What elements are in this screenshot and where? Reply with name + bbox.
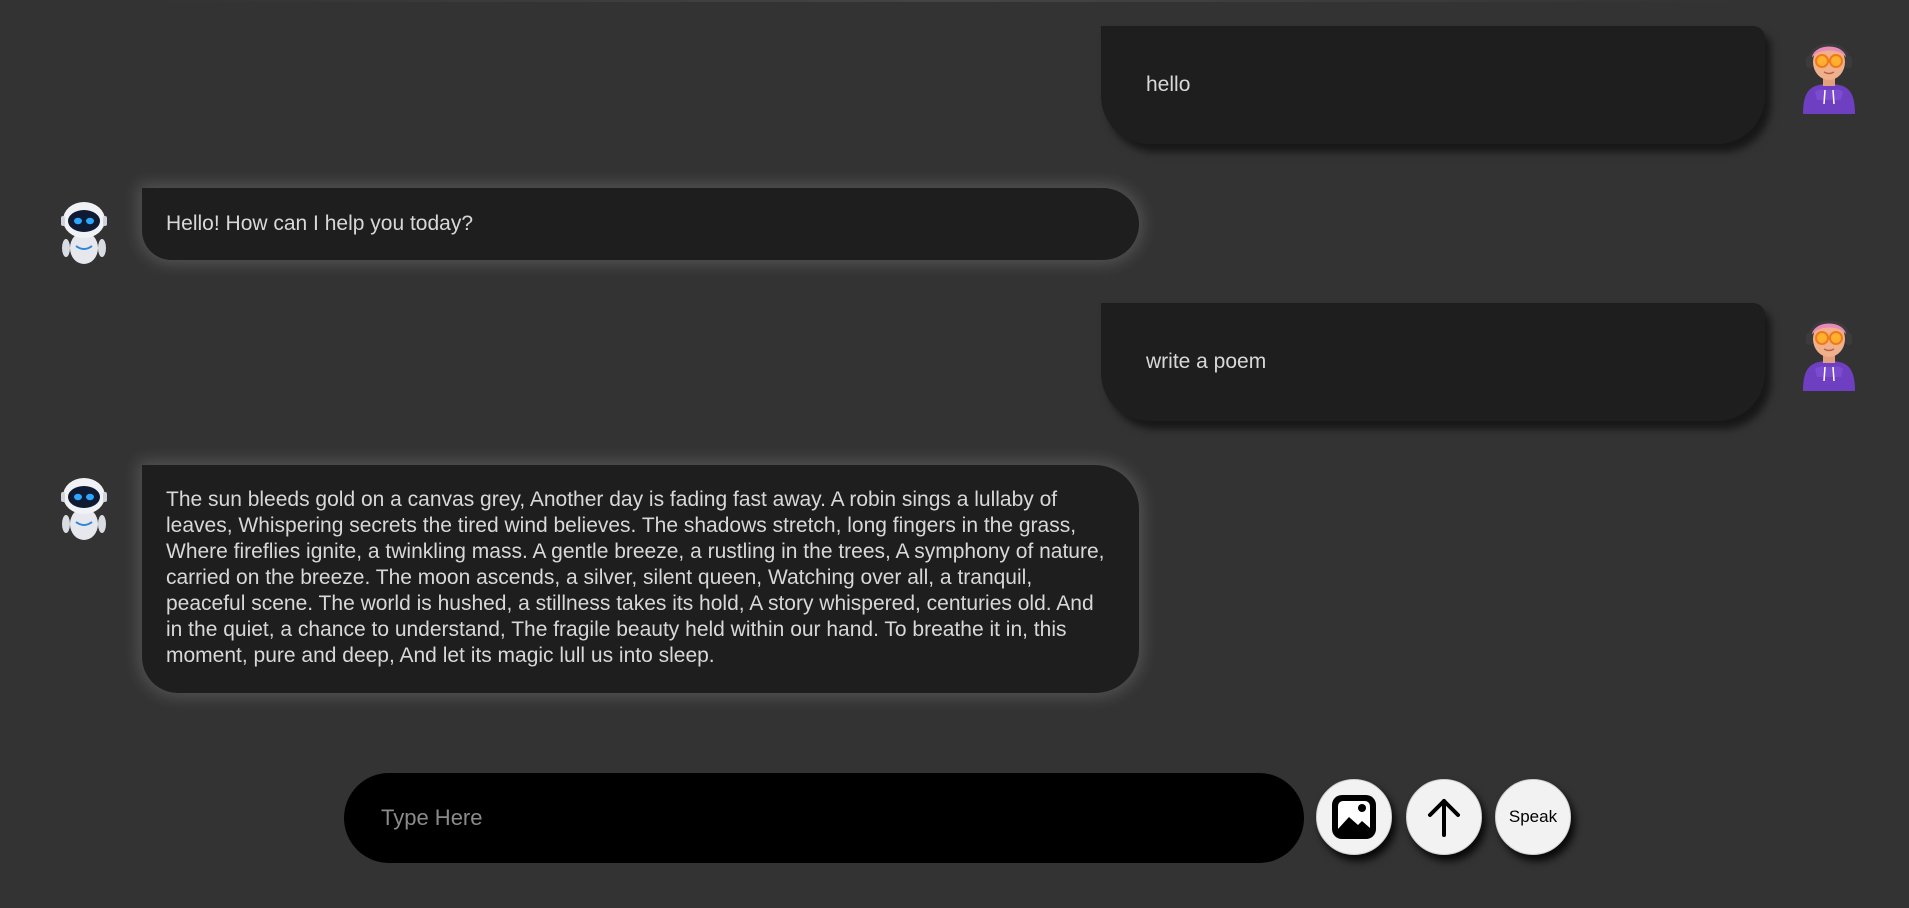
user-message: write a poem (1101, 303, 1765, 421)
bot-avatar-icon (52, 472, 116, 552)
arrow-up-icon (1428, 799, 1460, 837)
user-avatar-icon (1797, 34, 1861, 114)
speak-button[interactable]: Speak (1495, 779, 1571, 855)
message-text: Hello! How can I help you today? (166, 212, 474, 235)
bot-message: The sun bleeds gold on a canvas grey, An… (142, 465, 1139, 693)
send-button[interactable] (1406, 779, 1482, 855)
user-message: hello (1101, 26, 1765, 144)
bot-avatar-icon (52, 196, 116, 276)
divider (150, 0, 1750, 2)
speak-button-label: Speak (1508, 807, 1558, 826)
message-text: The sun bleeds gold on a canvas grey, An… (166, 488, 1105, 667)
bot-message: Hello! How can I help you today? (142, 188, 1139, 260)
message-text: hello (1146, 73, 1191, 96)
message-input[interactable] (379, 804, 1269, 832)
upload-image-button[interactable] (1316, 779, 1392, 855)
user-avatar-icon (1797, 311, 1861, 391)
message-composer (344, 773, 1304, 863)
image-icon (1332, 795, 1376, 839)
chat-area: hello Hello! How can I help you today? w… (0, 0, 1909, 760)
message-text: write a poem (1146, 350, 1267, 373)
